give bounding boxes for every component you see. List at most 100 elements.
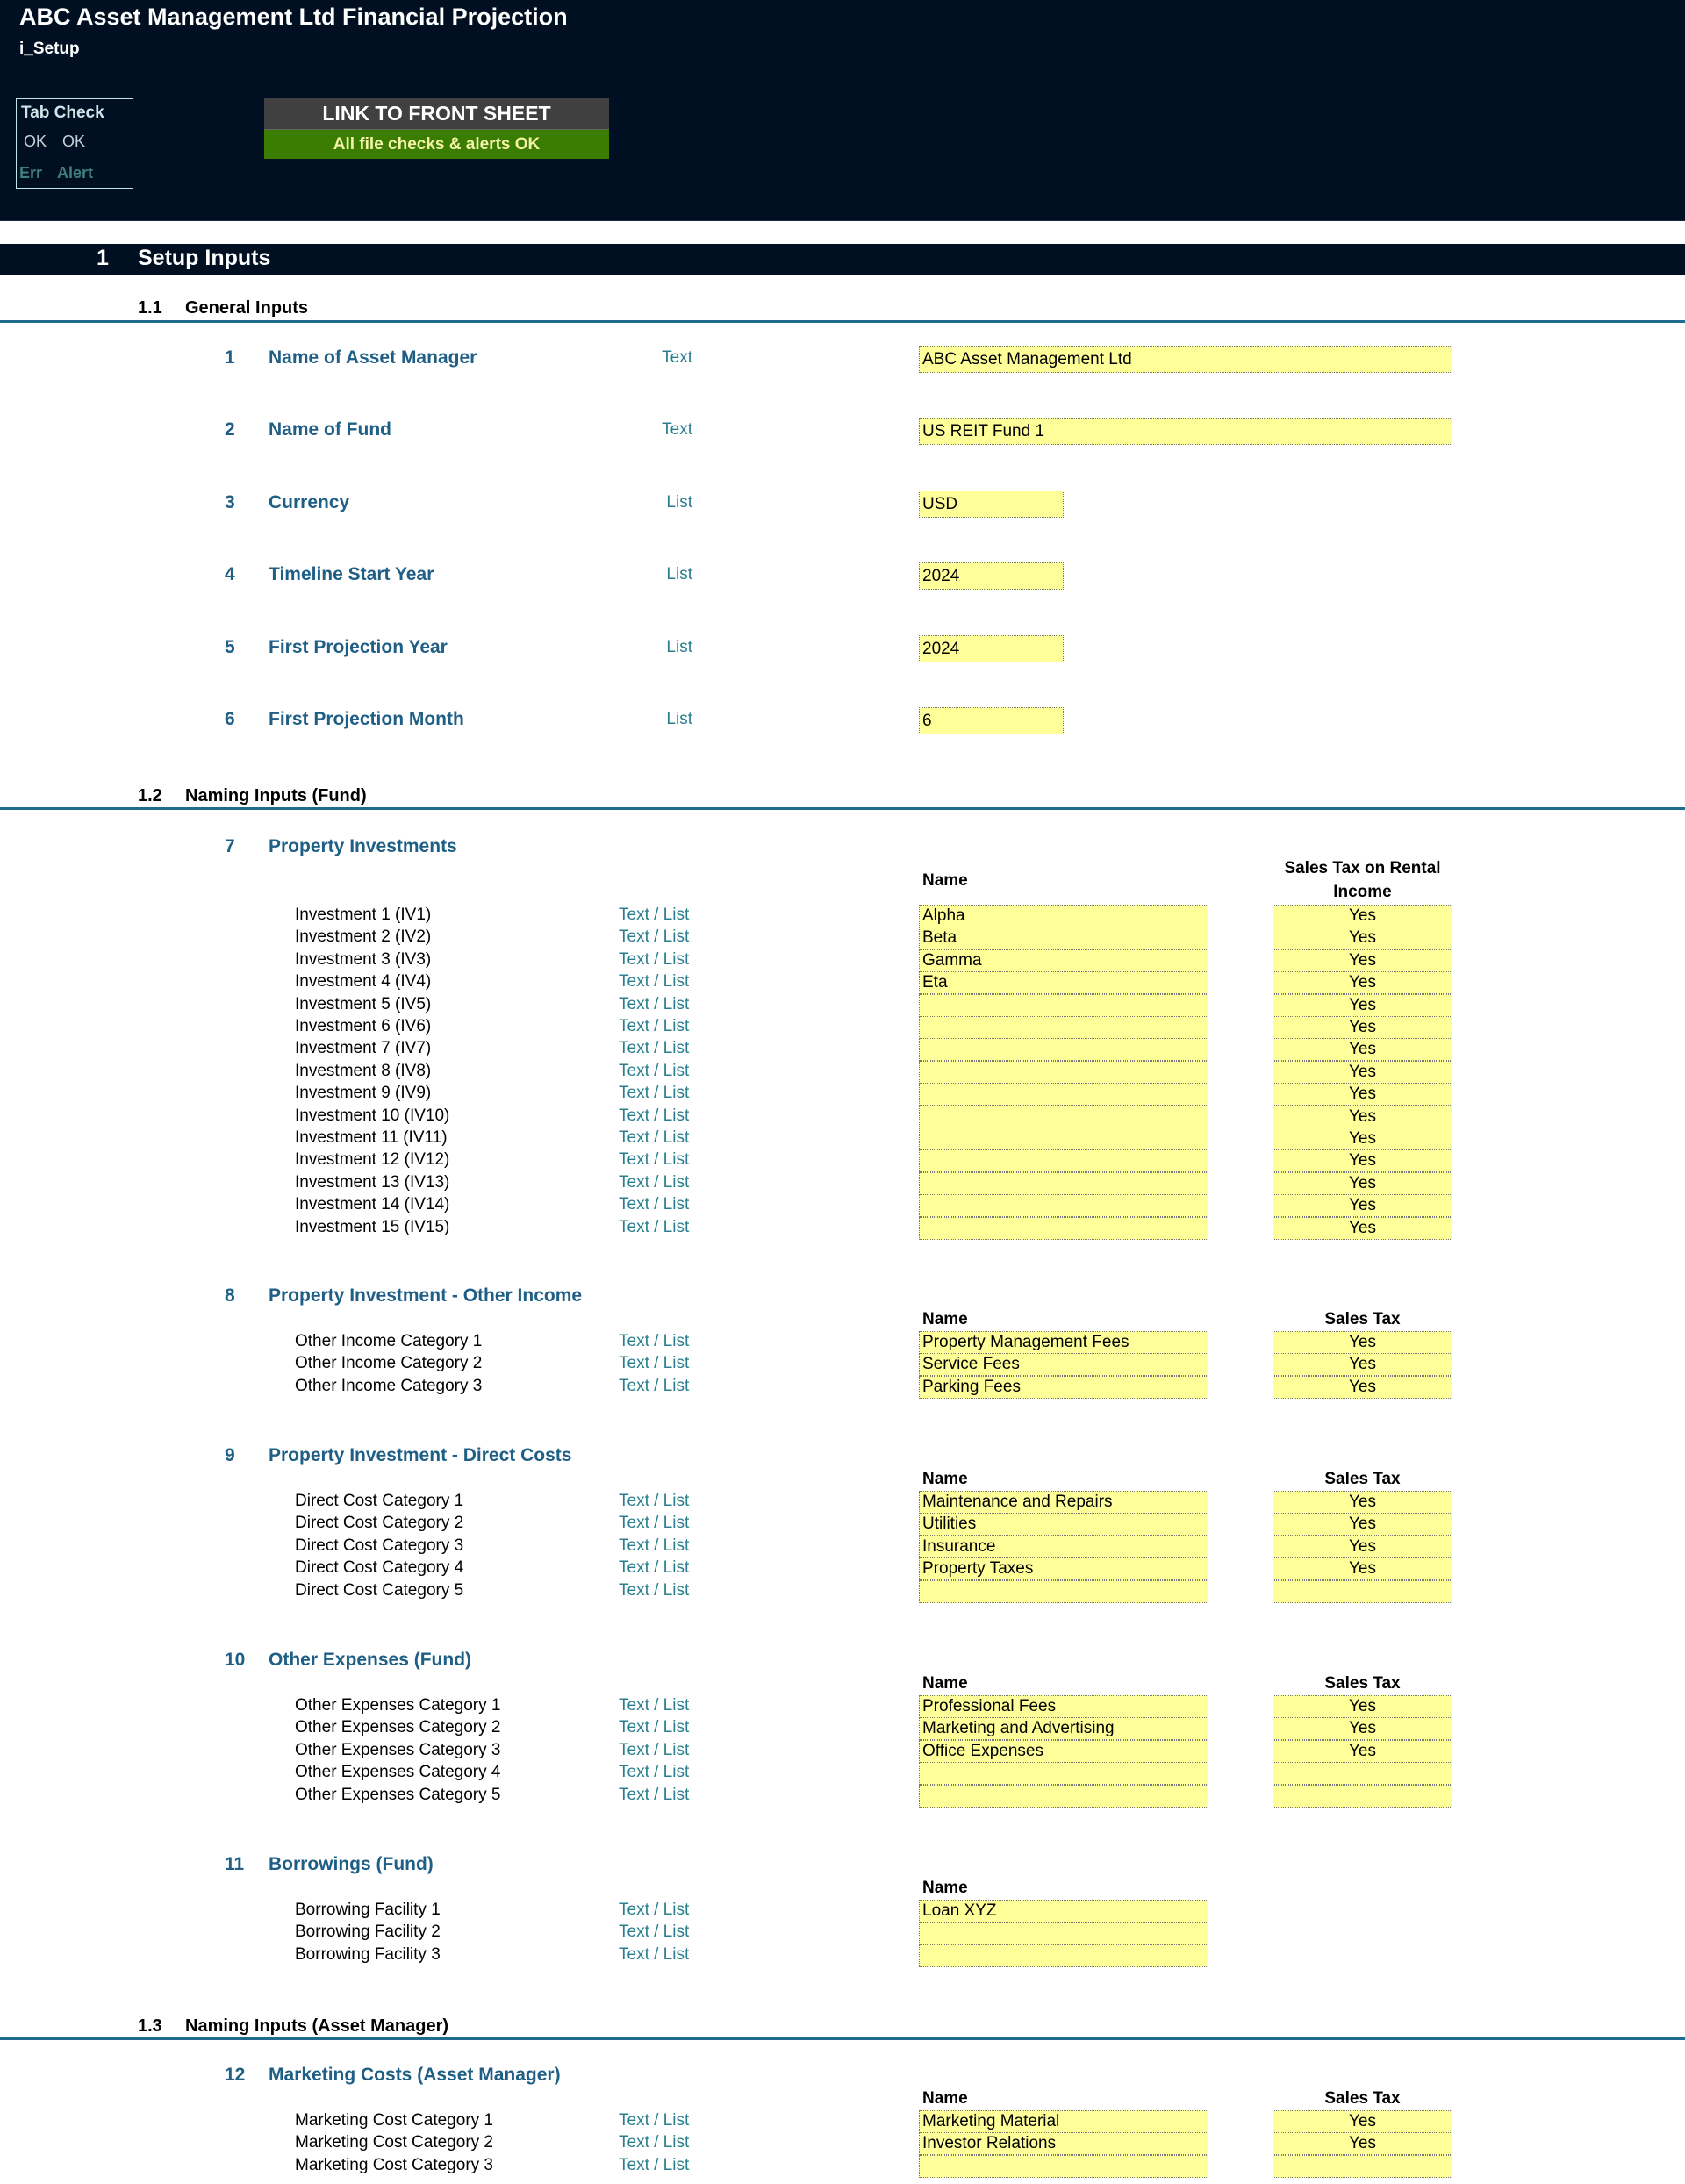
name-input[interactable]: Office Expenses (919, 1740, 1208, 1763)
row-label: Other Income Category 3 (295, 1377, 483, 1395)
name-input[interactable] (919, 1194, 1208, 1217)
sales-tax-select[interactable]: Yes (1273, 1353, 1452, 1376)
sales-tax-select[interactable]: Yes (1273, 1128, 1452, 1150)
sales-tax-select[interactable]: Yes (1273, 1491, 1452, 1514)
row-label: Other Income Category 1 (295, 1332, 483, 1350)
row-label: Investment 13 (IV13) (295, 1173, 450, 1192)
name-input[interactable]: Insurance (919, 1536, 1208, 1558)
name-input[interactable] (919, 1106, 1208, 1128)
group-number: 7 (225, 836, 235, 856)
sales-tax-select[interactable]: Yes (1273, 2132, 1452, 2155)
name-input[interactable] (919, 1016, 1208, 1039)
sales-tax-select[interactable]: Yes (1273, 1217, 1452, 1240)
sales-tax-select[interactable]: Yes (1273, 1695, 1452, 1718)
sales-tax-select[interactable]: Yes (1273, 1194, 1452, 1217)
name-input[interactable] (919, 1922, 1208, 1944)
name-input[interactable] (919, 1944, 1208, 1967)
tax-column-header: Sales Tax on Rental (1284, 859, 1441, 877)
input-number: 5 (225, 637, 235, 657)
name-input[interactable]: Utilities (919, 1513, 1208, 1536)
name-input[interactable] (919, 1128, 1208, 1150)
name-input[interactable] (919, 1172, 1208, 1195)
tax-column-header: Sales Tax (1324, 2089, 1401, 2108)
name-input[interactable]: Maintenance and Repairs (919, 1491, 1208, 1514)
input-field[interactable]: ABC Asset Management Ltd (919, 346, 1452, 373)
sales-tax-select[interactable]: Yes (1273, 1536, 1452, 1558)
sales-tax-select[interactable]: Yes (1273, 1038, 1452, 1061)
row-type: Text / List (619, 1173, 690, 1192)
name-input[interactable] (919, 1061, 1208, 1084)
input-label: Timeline Start Year (269, 564, 434, 584)
sales-tax-select[interactable]: Yes (1273, 1016, 1452, 1039)
name-input[interactable]: Property Management Fees (919, 1331, 1208, 1354)
sales-tax-select[interactable]: Yes (1273, 1376, 1452, 1399)
sales-tax-select[interactable]: Yes (1273, 1149, 1452, 1172)
input-field[interactable]: 2024 (919, 562, 1064, 590)
sales-tax-select[interactable]: Yes (1273, 949, 1452, 972)
sales-tax-select[interactable]: Yes (1273, 971, 1452, 994)
tax-column-header: Sales Tax (1324, 1470, 1401, 1488)
input-field[interactable]: USD (919, 491, 1064, 518)
sales-tax-select[interactable]: Yes (1273, 927, 1452, 949)
name-input[interactable]: Professional Fees (919, 1695, 1208, 1718)
input-field[interactable]: US REIT Fund 1 (919, 418, 1452, 445)
group-title: Marketing Costs (Asset Manager) (269, 2065, 561, 2085)
name-input[interactable] (919, 1580, 1208, 1603)
tab-check-err-label: Err (19, 164, 43, 182)
name-input[interactable]: Eta (919, 971, 1208, 994)
sales-tax-select[interactable]: Yes (1273, 1740, 1452, 1763)
row-type: Text / List (619, 1128, 690, 1147)
input-field[interactable]: 2024 (919, 635, 1064, 662)
sales-tax-select[interactable]: Yes (1273, 994, 1452, 1017)
sales-tax-select[interactable] (1273, 1762, 1452, 1785)
name-input[interactable] (919, 1762, 1208, 1785)
name-input[interactable] (919, 994, 1208, 1017)
sales-tax-select[interactable]: Yes (1273, 1061, 1452, 1084)
name-column-header: Name (922, 1879, 968, 1897)
row-label: Borrowing Facility 1 (295, 1901, 441, 1919)
sales-tax-select[interactable]: Yes (1273, 1331, 1452, 1354)
name-input[interactable]: Marketing and Advertising (919, 1717, 1208, 1740)
sales-tax-select[interactable] (1273, 2155, 1452, 2178)
name-input[interactable] (919, 1038, 1208, 1061)
tax-column-header: Sales Tax (1324, 1674, 1401, 1693)
name-column-header: Name (922, 871, 968, 890)
sales-tax-select[interactable]: Yes (1273, 1083, 1452, 1106)
sales-tax-select[interactable]: Yes (1273, 905, 1452, 927)
name-input[interactable]: Alpha (919, 905, 1208, 927)
group-title: Borrowings (Fund) (269, 1854, 434, 1874)
sales-tax-select[interactable]: Yes (1273, 1172, 1452, 1195)
name-input[interactable]: Loan XYZ (919, 1900, 1208, 1923)
tax-column-header: Sales Tax (1324, 1310, 1401, 1328)
name-input[interactable]: Gamma (919, 949, 1208, 972)
sales-tax-select[interactable]: Yes (1273, 2110, 1452, 2133)
name-input[interactable]: Marketing Material (919, 2110, 1208, 2133)
row-type: Text / List (619, 1718, 690, 1736)
section-number: 1 (97, 246, 109, 270)
name-input[interactable] (919, 1785, 1208, 1808)
row-type: Text / List (619, 1696, 690, 1715)
subsection-title: Naming Inputs (Asset Manager) (185, 2016, 449, 2036)
input-field[interactable]: 6 (919, 707, 1064, 734)
name-input[interactable]: Property Taxes (919, 1557, 1208, 1580)
name-input[interactable]: Parking Fees (919, 1376, 1208, 1399)
sales-tax-select[interactable]: Yes (1273, 1717, 1452, 1740)
sales-tax-select[interactable]: Yes (1273, 1557, 1452, 1580)
row-label: Investment 10 (IV10) (295, 1106, 450, 1125)
name-input[interactable]: Investor Relations (919, 2132, 1208, 2155)
name-input[interactable] (919, 2155, 1208, 2178)
name-input[interactable] (919, 1217, 1208, 1240)
name-input[interactable] (919, 1149, 1208, 1172)
sales-tax-select[interactable]: Yes (1273, 1106, 1452, 1128)
link-to-front-sheet-button[interactable]: LINK TO FRONT SHEET (264, 98, 609, 130)
name-input[interactable] (919, 1083, 1208, 1106)
input-type: Text (662, 420, 692, 439)
section-header: 1 Setup Inputs (0, 244, 1685, 275)
sales-tax-select[interactable] (1273, 1785, 1452, 1808)
name-input[interactable]: Beta (919, 927, 1208, 949)
sales-tax-select[interactable]: Yes (1273, 1513, 1452, 1536)
sales-tax-select[interactable] (1273, 1580, 1452, 1603)
tab-check-ok-alert: OK (62, 132, 86, 150)
name-input[interactable]: Service Fees (919, 1353, 1208, 1376)
row-type: Text / List (619, 1017, 690, 1035)
